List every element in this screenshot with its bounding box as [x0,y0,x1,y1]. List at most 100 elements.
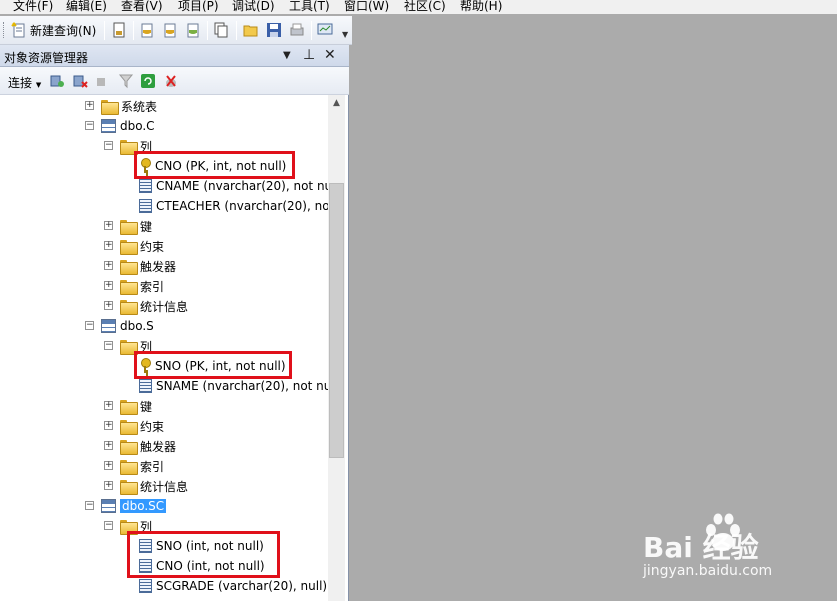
tree-item-statistics[interactable]: + 统计信息 [104,476,188,496]
tree-item-table-dbo-s[interactable]: − dbo.S [85,316,154,336]
toolbar-overflow-icon[interactable]: ▼ [342,30,348,39]
activity-monitor-button[interactable] [317,21,333,39]
tree-label: 键 [140,219,153,234]
summary-button[interactable] [163,73,179,92]
database-query-icon [162,22,178,38]
tree-item-column-cno-pk[interactable]: CNO (PK, int, not null) [139,156,286,176]
tree-item-constraints[interactable]: + 约束 [104,236,164,256]
column-icon [139,179,152,193]
new-query-button[interactable]: 新建查询(N) [11,21,96,39]
filter-button[interactable] [118,73,134,92]
menu-file[interactable]: 文件(F) [13,0,53,14]
pin-icon[interactable]: ⊥ [303,47,315,63]
tree-item-constraints[interactable]: + 约束 [104,416,164,436]
expand-icon[interactable]: + [104,221,113,230]
db-query-button-1[interactable] [139,21,155,39]
expand-icon[interactable]: + [104,281,113,290]
tree-label: dbo.SC [120,499,167,513]
save-button[interactable] [266,21,282,39]
tree-item-keys[interactable]: + 键 [104,216,152,236]
table-icon [101,499,116,513]
tree-item-columns-folder[interactable]: − 列 [104,516,152,536]
toolbar-separator [104,21,105,40]
stop-button[interactable] [96,73,108,92]
expand-icon[interactable]: + [104,421,113,430]
copy-button[interactable] [213,21,229,39]
tree-item-indexes[interactable]: + 索引 [104,276,164,296]
tree-label: dbo.S [120,319,154,333]
expand-icon[interactable]: + [104,461,113,470]
print-button[interactable] [289,21,305,39]
expand-icon[interactable]: + [104,261,113,270]
folder-icon [120,339,138,355]
tree-item-indexes[interactable]: + 索引 [104,456,164,476]
refresh-button[interactable] [140,73,156,92]
tree-label: SCGRADE (varchar(20), null) [156,579,328,593]
tree-label: 触发器 [140,439,177,454]
tree-item-column-cname[interactable]: CNAME (nvarchar(20), not nu [139,176,328,196]
tree-item-keys[interactable]: + 键 [104,396,152,416]
folder-icon [120,419,138,435]
tree-item-triggers[interactable]: + 触发器 [104,436,176,456]
column-icon [139,559,152,573]
collapse-icon[interactable]: − [104,141,113,150]
tree-item-statistics[interactable]: + 统计信息 [104,296,188,316]
connect-server-button[interactable] [49,73,65,92]
tree-label: SNO (PK, int, not null) [155,359,286,373]
menu-window[interactable]: 窗口(W) [344,0,389,14]
object-tree: + 系统表 − dbo.C − 列 CNO (PK, int, not null… [0,95,328,601]
database-query-icon [139,22,155,38]
tree-item-column-sname[interactable]: SNAME (nvarchar(20), not nu [139,376,328,396]
tree-item-column-sno[interactable]: SNO (int, not null) [139,536,264,556]
expand-icon[interactable]: + [104,241,113,250]
menu-edit[interactable]: 编辑(E) [66,0,107,14]
tree-item-table-dbo-c[interactable]: − dbo.C [85,116,155,136]
expand-icon[interactable]: + [85,101,94,110]
connect-button[interactable]: 连接 ▼ [8,74,41,91]
db-query-button-3[interactable] [185,21,201,39]
menu-tools[interactable]: 工具(T) [289,0,330,14]
primary-key-icon [139,158,151,174]
document-icon [111,22,127,38]
toolbar-grip[interactable] [3,22,6,38]
tree-label: 系统表 [121,99,158,114]
tree-item-triggers[interactable]: + 触发器 [104,256,176,276]
collapse-icon[interactable]: − [104,521,113,530]
file-button[interactable] [111,21,127,39]
tree-item-columns-folder[interactable]: − 列 [104,136,152,156]
menu-help[interactable]: 帮助(H) [460,0,502,14]
scrollbar-thumb[interactable] [329,183,344,458]
tree-item-column-sno-pk[interactable]: SNO (PK, int, not null) [139,356,286,376]
tree-item-table-dbo-sc[interactable]: − dbo.SC [85,496,167,516]
close-icon[interactable]: ✕ [324,47,336,63]
expand-icon[interactable]: + [104,301,113,310]
tree-item-column-cteacher[interactable]: CTEACHER (nvarchar(20), not [139,196,328,216]
tree-item-column-cno[interactable]: CNO (int, not null) [139,556,265,576]
tree-item-system-tables[interactable]: + 系统表 [85,96,157,116]
menu-project[interactable]: 项目(P) [178,0,219,14]
menu-debug[interactable]: 调试(D) [232,0,275,14]
collapse-icon[interactable]: − [85,121,94,130]
expand-icon[interactable]: + [104,441,113,450]
menu-view[interactable]: 查看(V) [121,0,163,14]
object-explorer-titlebar: 对象资源管理器 ▼ ⊥ ✕ [0,45,349,67]
collapse-icon[interactable]: − [85,321,94,330]
tree-item-column-scgrade[interactable]: SCGRADE (varchar(20), null) [139,576,327,596]
disconnect-button[interactable] [72,73,88,92]
tree-label: 列 [140,519,153,534]
window-position-icon[interactable]: ▼ [283,50,291,61]
expand-icon[interactable]: + [104,401,113,410]
scroll-up-icon[interactable]: ▲ [328,95,345,112]
folder-icon [120,399,138,415]
menu-community[interactable]: 社区(C) [404,0,446,14]
tree-label: CTEACHER (nvarchar(20), not [156,199,328,213]
collapse-icon[interactable]: − [104,341,113,350]
vertical-scrollbar[interactable]: ▲ [328,95,345,601]
folder-icon [120,239,138,255]
open-file-button[interactable] [243,21,259,39]
db-query-button-2[interactable] [162,21,178,39]
tree-label: 约束 [140,419,165,434]
tree-item-columns-folder[interactable]: − 列 [104,336,152,356]
expand-icon[interactable]: + [104,481,113,490]
collapse-icon[interactable]: − [85,501,94,510]
